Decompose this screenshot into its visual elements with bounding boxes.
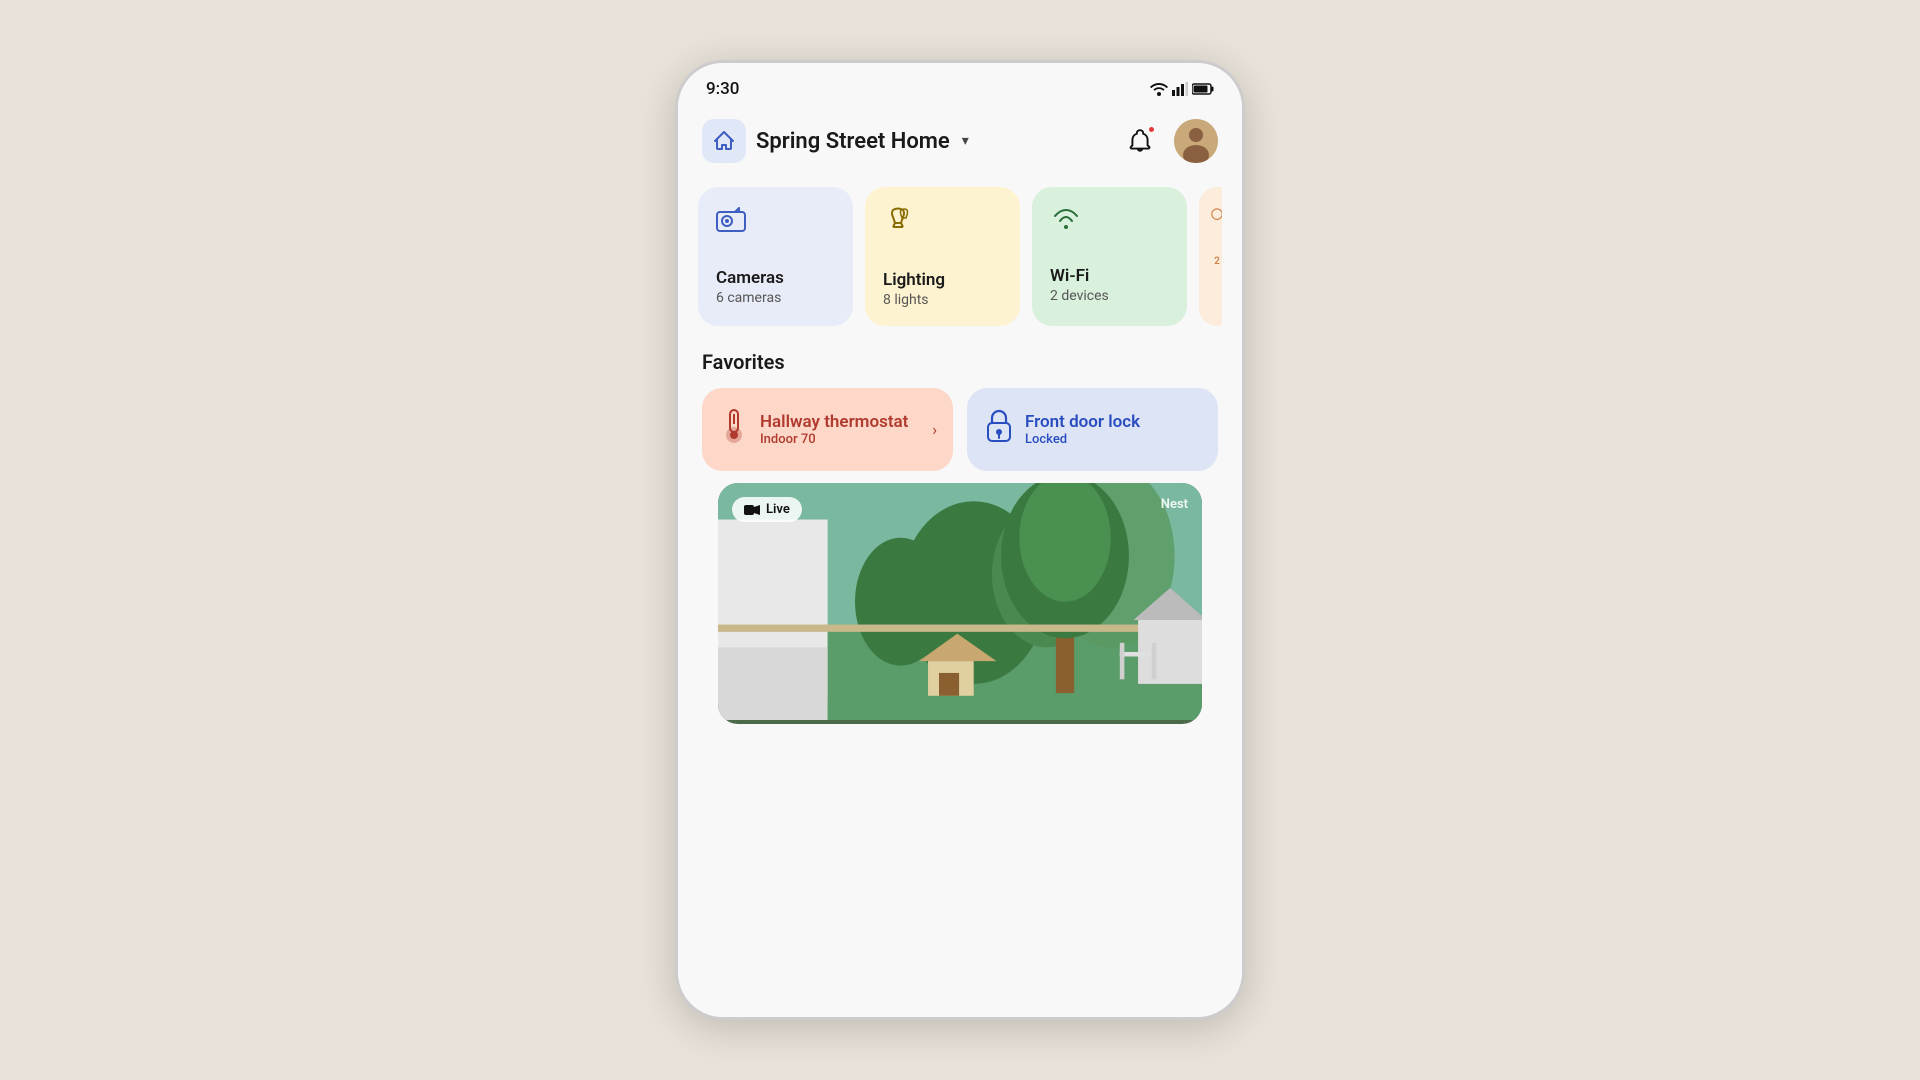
- favorite-card-lock[interactable]: Front door lock Locked: [967, 388, 1218, 471]
- home-icon-wrap: [702, 119, 746, 163]
- phone-frame: 9:30: [675, 60, 1245, 1020]
- battery-icon: [1192, 83, 1214, 95]
- dropdown-chevron-icon[interactable]: ▾: [962, 133, 969, 149]
- lock-text: Front door lock Locked: [1025, 412, 1200, 447]
- wifi-title: Wi-Fi: [1050, 266, 1169, 286]
- category-card-wifi[interactable]: Wi-Fi 2 devices: [1032, 187, 1187, 326]
- thermostat-name: Hallway thermostat: [760, 412, 935, 432]
- favorite-card-thermostat[interactable]: Hallway thermostat Indoor 70 ›: [702, 388, 953, 471]
- nest-badge: Nest: [1161, 497, 1188, 512]
- avatar-image: [1174, 119, 1218, 163]
- category-card-lighting[interactable]: Lighting 8 lights: [865, 187, 1020, 326]
- favorites-section: Favorites Hallway thermostat I: [678, 326, 1242, 483]
- header: Spring Street Home ▾: [678, 107, 1242, 179]
- lock-name: Front door lock: [1025, 412, 1200, 432]
- category-card-cameras[interactable]: Cameras 6 cameras: [698, 187, 853, 326]
- signal-icon: [1172, 82, 1188, 96]
- live-feed-container: Live Nest: [678, 483, 1242, 1017]
- live-badge-text: Live: [766, 502, 790, 517]
- cameras-subtitle: 6 cameras: [716, 290, 835, 306]
- avatar[interactable]: [1174, 119, 1218, 163]
- lock-status: Locked: [1025, 432, 1200, 447]
- header-left[interactable]: Spring Street Home ▾: [702, 119, 969, 163]
- live-badge: Live: [732, 497, 802, 522]
- header-right: [1120, 119, 1218, 163]
- lighting-text: Lighting 8 lights: [883, 270, 1002, 308]
- cameras-text: Cameras 6 cameras: [716, 268, 835, 306]
- wifi-status-icon: [1150, 82, 1168, 96]
- home-icon: [712, 129, 736, 153]
- favorites-row: Hallway thermostat Indoor 70 ›: [702, 388, 1218, 471]
- wifi-subtitle: 2 devices: [1050, 288, 1169, 304]
- thermostat-icon: [720, 408, 748, 451]
- status-icons: [1150, 82, 1214, 96]
- status-bar: 9:30: [678, 63, 1242, 107]
- thermostat-chevron-icon: ›: [932, 420, 937, 439]
- live-camera-icon: [744, 504, 760, 516]
- cameras-title: Cameras: [716, 268, 835, 288]
- lighting-icon: [883, 207, 1002, 242]
- favorites-title: Favorites: [702, 350, 1218, 374]
- lock-icon: [985, 409, 1013, 450]
- lighting-subtitle: 8 lights: [883, 292, 1002, 308]
- lighting-title: Lighting: [883, 270, 1002, 290]
- camera-icon: [716, 207, 835, 240]
- status-time: 9:30: [706, 79, 739, 99]
- home-title: Spring Street Home: [756, 129, 950, 154]
- notification-bell-button[interactable]: [1120, 121, 1160, 161]
- wifi-card-icon: [1050, 207, 1169, 238]
- wifi-text: Wi-Fi 2 devices: [1050, 266, 1169, 304]
- live-feed[interactable]: Live Nest: [718, 483, 1202, 724]
- categories-section: Cameras 6 cameras: [678, 179, 1242, 326]
- partial-category-card: ◯ 2: [1199, 187, 1222, 326]
- thermostat-status: Indoor 70: [760, 432, 935, 447]
- categories-row: Cameras 6 cameras: [698, 187, 1222, 326]
- notification-dot: [1147, 125, 1156, 134]
- phone-screen: 9:30: [678, 63, 1242, 1017]
- thermostat-text: Hallway thermostat Indoor 70: [760, 412, 935, 447]
